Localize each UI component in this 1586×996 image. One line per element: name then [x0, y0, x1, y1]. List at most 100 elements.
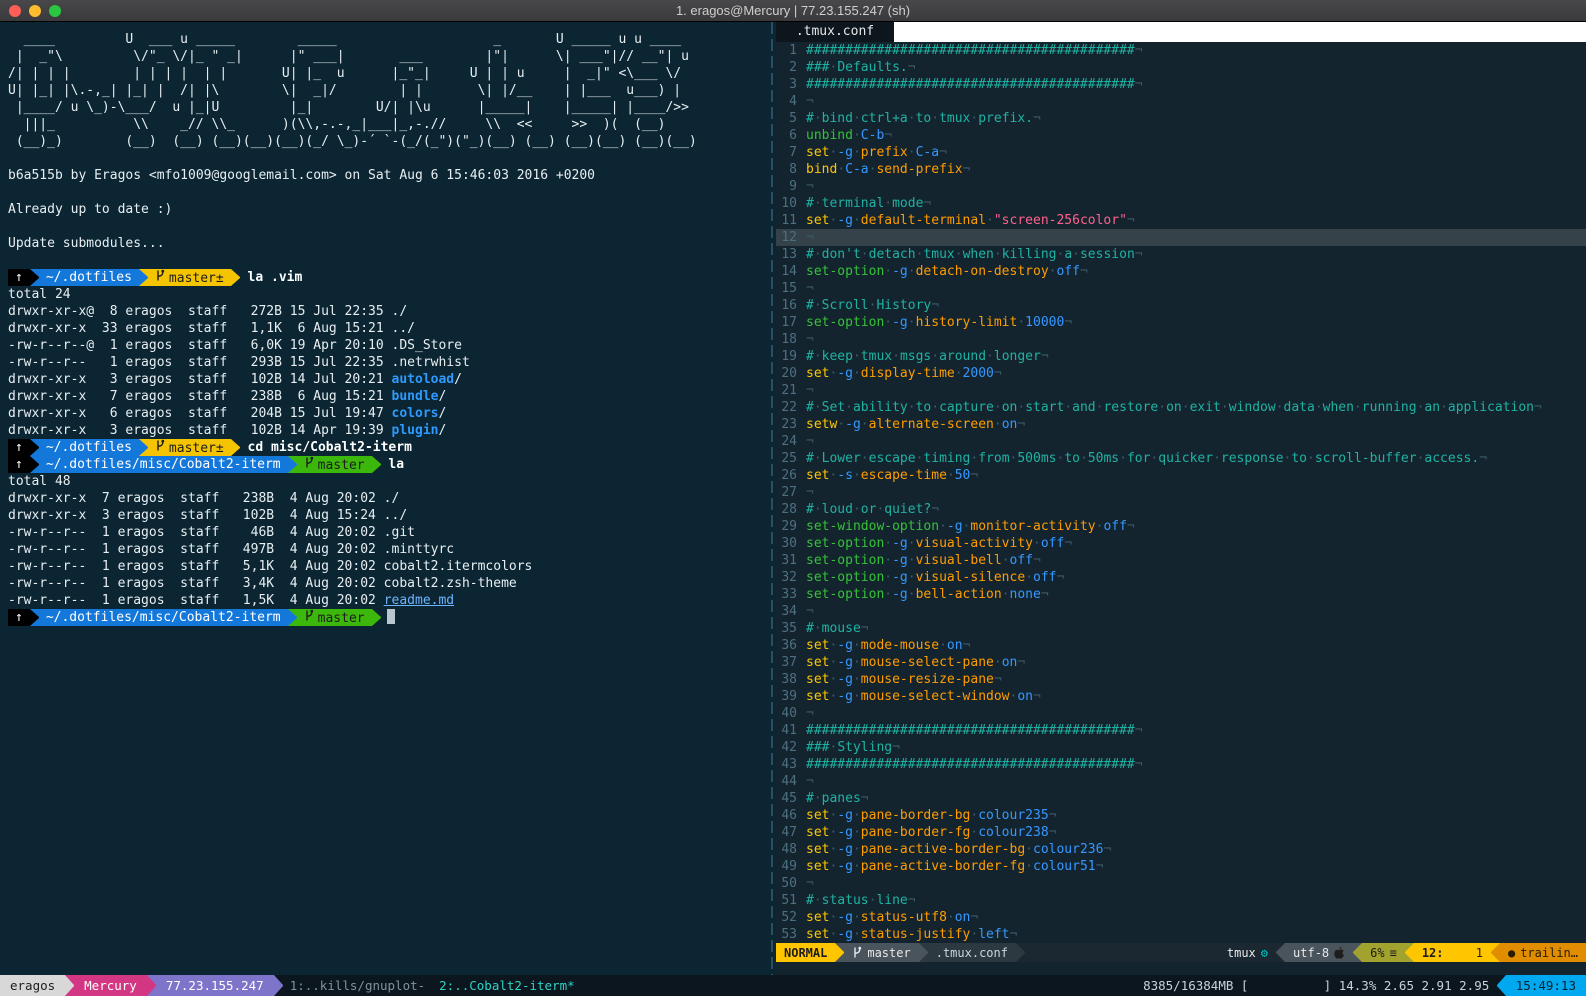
vim-tab-tmux-conf[interactable]: .tmux.conf — [776, 22, 894, 42]
code-token: set — [806, 655, 829, 670]
terminal-line: drwxr-xr-x 33 eragos staff 1,1K 6 Aug 15… — [8, 320, 769, 337]
readme-link[interactable]: readme.md — [384, 593, 454, 608]
git-branch-segment: master — [844, 943, 918, 962]
tmux-window-2-active[interactable]: 2:..Cobalt2-iterm* — [432, 975, 581, 996]
vim-line-8: 8bind·C-a·send-prefix¬ — [776, 161, 1586, 178]
code-token: C-a — [916, 145, 939, 160]
vim-line-53: 53set·-g·status-justify·left¬ — [776, 926, 1586, 943]
space-dot: · — [853, 349, 861, 364]
space-dot: · — [884, 587, 892, 602]
space-dot: · — [908, 587, 916, 602]
powerline-separator-right — [372, 456, 381, 473]
minimize-button[interactable] — [29, 5, 41, 17]
shell-prompt-line: ↑~/.dotfiles/misc/Cobalt2-itermmaster — [8, 609, 769, 626]
titlebar[interactable]: 1. eragos@Mercury | 77.23.155.247 (sh) — [0, 0, 1586, 22]
vim-line-25: 25#·Lower·escape·timing·from·500ms·to·50… — [776, 450, 1586, 467]
code-token: set — [806, 859, 829, 874]
powerline-separator-left — [1210, 943, 1219, 962]
vim-line-3: 3#######################################… — [776, 76, 1586, 93]
terminal-line: b6a515b by Eragos <mfo1009@googlemail.co… — [8, 167, 769, 184]
space-dot: · — [884, 536, 892, 551]
ip-address-segment: 77.23.155.247 — [156, 975, 274, 996]
space-dot: · — [1276, 400, 1284, 415]
code-token: visual-activity — [916, 536, 1033, 551]
left-terminal-pane[interactable]: ____ U ___ u _____ _____ _ U _____ u u _… — [0, 22, 769, 975]
code-token: pane-active-border-bg — [861, 842, 1025, 857]
terminal-text: -rw-r--r-- 1 eragos staff 5,1K 4 Aug 20:… — [8, 559, 532, 574]
code-token: colour235 — [978, 808, 1048, 823]
code-token: History — [876, 298, 931, 313]
code-token: to — [1291, 451, 1307, 466]
code-token: when — [1323, 400, 1354, 415]
space-dot: · — [861, 417, 869, 432]
eol-mark: ¬ — [1127, 519, 1135, 534]
vim-line-33: 33set-option·-g·bell-action·none¬ — [776, 586, 1586, 603]
space-dot: · — [994, 655, 1002, 670]
eol-mark: ¬ — [963, 162, 971, 177]
eol-mark: ¬ — [1041, 349, 1049, 364]
line-number: 3 — [776, 76, 806, 93]
code-token: mouse-resize-pane — [861, 672, 994, 687]
vim-buffer[interactable]: 1#######################################… — [776, 42, 1586, 943]
zoom-button[interactable] — [49, 5, 61, 17]
line-number: 43 — [776, 756, 806, 773]
space-dot: · — [884, 553, 892, 568]
line-number: 46 — [776, 807, 806, 824]
terminal-text: | _"\ \/"_ \/|_ " _| |" ___| ___ |"| \| … — [8, 49, 689, 64]
code-token: data — [1284, 400, 1315, 415]
terminal-line: | _"\ \/"_ \/|_ " _| |" ___| ___ |"| \| … — [8, 48, 769, 65]
terminal-line: drwxr-xr-x 6 eragos staff 204B 15 Jul 19… — [8, 405, 769, 422]
vim-line-42: 42###·Styling¬ — [776, 739, 1586, 756]
space-dot: · — [947, 468, 955, 483]
code-token: 500ms — [1017, 451, 1056, 466]
gear-icon: ⚙ — [1261, 946, 1268, 960]
code-token: -g — [837, 927, 853, 942]
code-token: mouse — [822, 621, 861, 636]
line-number: 53 — [776, 926, 806, 943]
code-token: -g — [892, 315, 908, 330]
powerline-separator-right — [288, 456, 297, 473]
vim-statusline: NORMALmaster.tmux.conftmux⚙utf-86%≡12: 1… — [776, 943, 1586, 962]
space-dot: · — [1025, 570, 1033, 585]
code-token: don't — [822, 247, 861, 262]
prompt-status-segment: ↑ — [8, 439, 30, 456]
line-number: 20 — [776, 365, 806, 382]
code-token: escape — [869, 451, 916, 466]
close-button[interactable] — [9, 5, 21, 17]
line-number: 16 — [776, 297, 806, 314]
code-token: status-utf8 — [861, 910, 947, 925]
terminal-line: -rw-r--r-- 1 eragos staff 293B 15 Jul 22… — [8, 354, 769, 371]
eol-mark: ¬ — [1049, 808, 1057, 823]
tmux-window-1[interactable]: 1:..kills/gnuplot- — [283, 975, 432, 996]
vim-line-11: 11set·-g·default-terminal·"screen-256col… — [776, 212, 1586, 229]
vim-line-20: 20set·-g·display-time·2000¬ — [776, 365, 1586, 382]
vim-line-48: 48set·-g·pane-active-border-bg·colour236… — [776, 841, 1586, 858]
code-token: off — [1010, 553, 1033, 568]
clock-segment: 15:49:13 — [1506, 975, 1586, 996]
eol-mark: ¬ — [939, 145, 947, 160]
space-dot: · — [892, 349, 900, 364]
prompt-branch-segment-label: master± — [169, 441, 224, 456]
terminal-text: drwxr-xr-x 7 eragos staff 238B 4 Aug 20:… — [8, 491, 399, 506]
vim-line-37: 37set·-g·mouse-select-pane·on¬ — [776, 654, 1586, 671]
code-token: off — [1103, 519, 1126, 534]
code-token: -g — [837, 638, 853, 653]
vim-editor-pane[interactable]: .tmux.conf 1############################… — [776, 22, 1586, 975]
code-token: # — [806, 196, 814, 211]
eol-mark: ¬ — [1135, 43, 1143, 58]
terminal-text: plugin — [392, 423, 439, 438]
space-dot: · — [853, 128, 861, 143]
pane-divider[interactable] — [769, 22, 776, 975]
code-token: set-option — [806, 264, 884, 279]
vim-line-30: 30set-option·-g·visual-activity·off¬ — [776, 535, 1586, 552]
code-token: # — [806, 400, 814, 415]
vim-line-26: 26set·-s·escape-time·50¬ — [776, 467, 1586, 484]
code-token: off — [1033, 570, 1056, 585]
terminal-line: drwxr-xr-x 7 eragos staff 238B 4 Aug 20:… — [8, 490, 769, 507]
space-dot: · — [1440, 400, 1448, 415]
terminal-line: Already up to date :) — [8, 201, 769, 218]
powerline-separator-left — [1276, 943, 1285, 962]
space-dot: · — [814, 247, 822, 262]
eol-mark: ¬ — [1534, 400, 1542, 415]
space-dot: · — [955, 247, 963, 262]
